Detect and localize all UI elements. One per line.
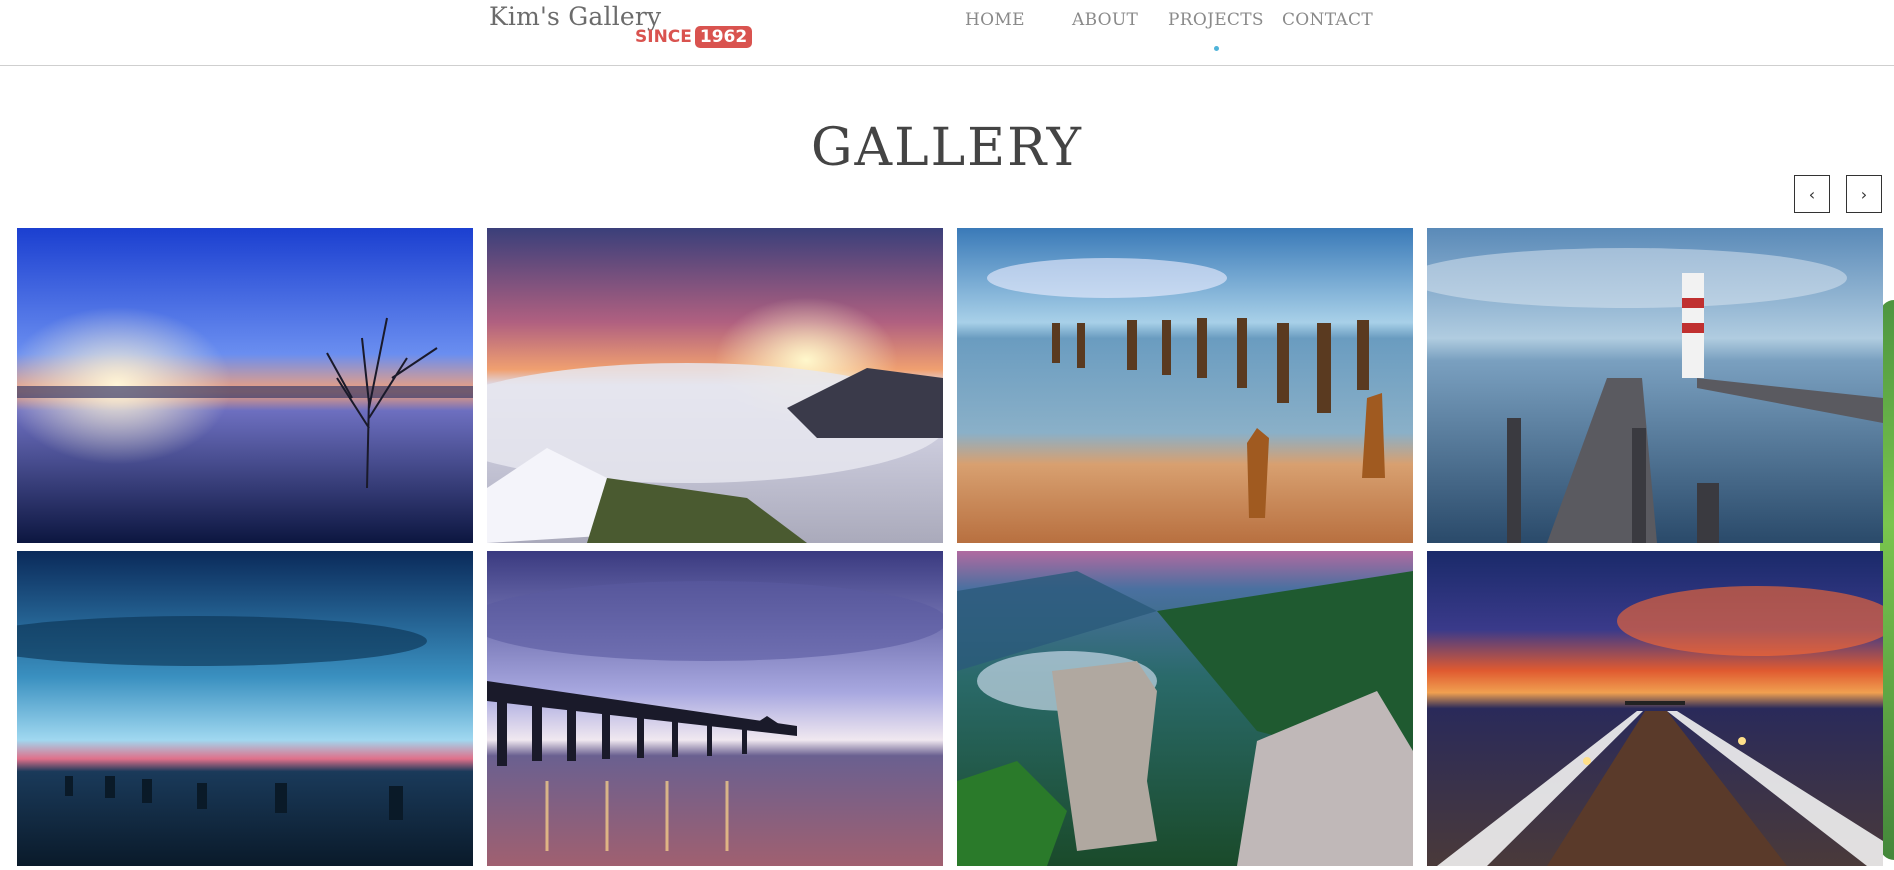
nav-about[interactable]: ABOUT <box>1072 10 1138 30</box>
site-header: Kim's Gallery SINCE 1962 HOME ABOUT PROJE… <box>0 0 1894 66</box>
gallery-image-rock-canyon[interactable] <box>957 551 1413 866</box>
gallery-image-lake-sunset-tree[interactable] <box>17 228 473 543</box>
gallery-image-pier-at-dusk[interactable] <box>487 551 943 866</box>
page-title: GALLERY <box>811 118 1083 178</box>
site-logo[interactable]: Kim's Gallery SINCE 1962 <box>489 2 753 48</box>
gallery-image-sunset-boardwalk[interactable] <box>1427 551 1883 866</box>
carousel-next-button[interactable]: › <box>1846 175 1882 213</box>
logo-since-badge: SINCE 1962 <box>635 26 753 48</box>
nav-home[interactable]: HOME <box>965 10 1025 30</box>
logo-year: 1962 <box>694 26 753 48</box>
carousel-prev-button[interactable]: ‹ <box>1794 175 1830 213</box>
logo-since-label: SINCE <box>635 27 692 47</box>
gallery-image-lighthouse-pier[interactable] <box>1427 228 1883 543</box>
gallery-image-blue-sky-posts[interactable] <box>17 551 473 866</box>
nav-projects[interactable]: PROJECTS <box>1168 10 1264 30</box>
gallery-image-beach-pier-posts[interactable] <box>957 228 1413 543</box>
nav-contact[interactable]: CONTACT <box>1282 10 1373 30</box>
gallery-image-sea-of-clouds[interactable] <box>487 228 943 543</box>
nav-active-indicator <box>1214 46 1219 51</box>
